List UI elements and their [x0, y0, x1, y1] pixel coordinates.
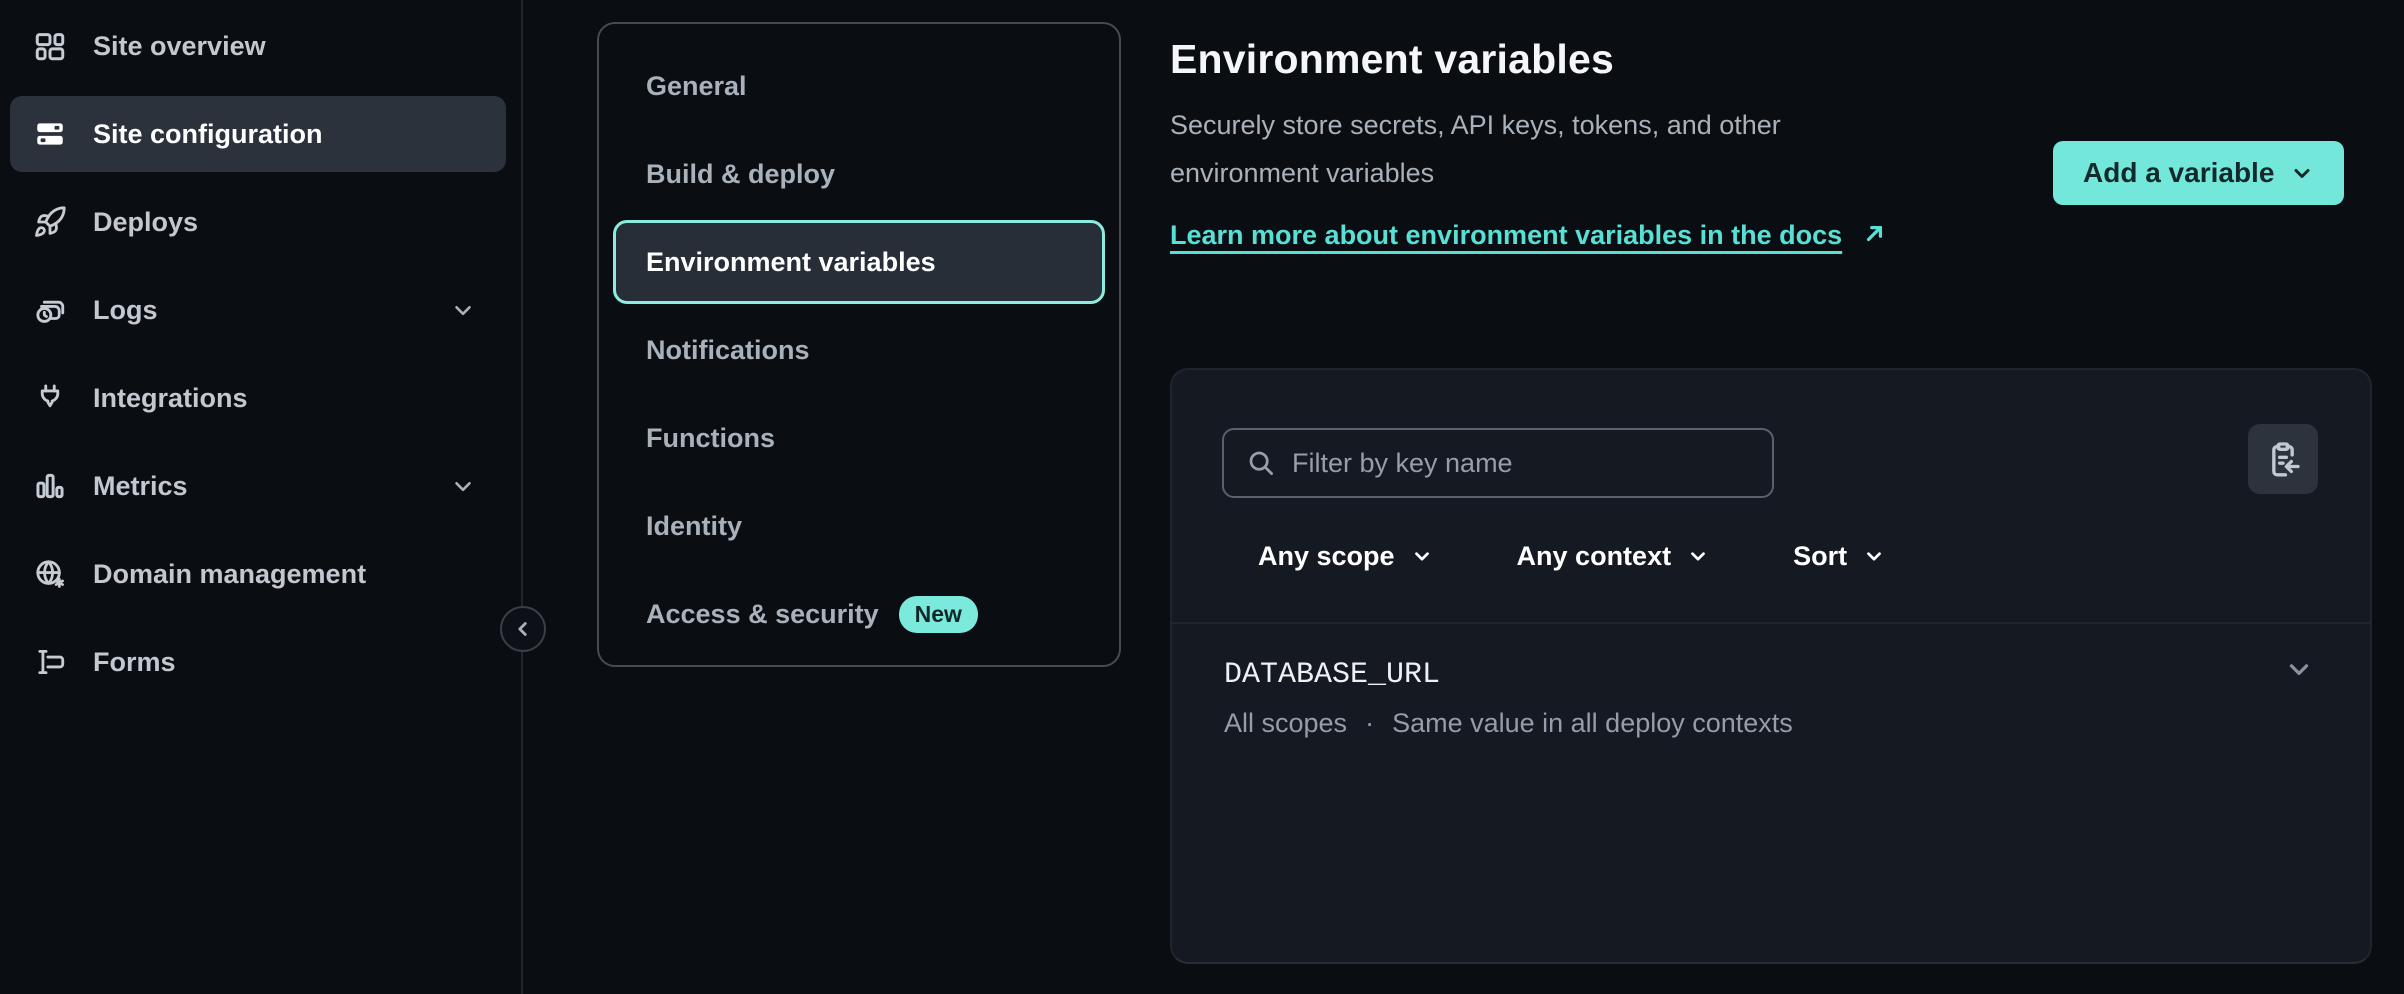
config-nav-functions[interactable]: Functions [613, 396, 1105, 480]
config-nav-access-security[interactable]: Access & security New [613, 572, 1105, 656]
sidebar-item-label: Deploys [93, 207, 198, 238]
filter-sort[interactable]: Sort [1793, 541, 1885, 572]
variable-context: Same value in all deploy contexts [1392, 708, 1793, 739]
filter-any-scope[interactable]: Any scope [1258, 541, 1433, 572]
sidebar-item-label: Site overview [93, 31, 266, 62]
config-nav-notifications[interactable]: Notifications [613, 308, 1105, 392]
site-configuration-nav: General Build & deploy Environment varia… [597, 22, 1121, 667]
variable-meta: All scopes · Same value in all deploy co… [1224, 708, 2318, 739]
sidebar-item-logs[interactable]: Logs [10, 272, 506, 348]
variable-row-expand-button[interactable] [2284, 654, 2314, 684]
search-icon [1246, 448, 1276, 478]
chevron-down-icon[interactable] [450, 297, 476, 323]
bar-chart-icon [33, 469, 67, 503]
sidebar-divider [521, 0, 523, 994]
page-description: Securely store secrets, API keys, tokens… [1170, 101, 1930, 197]
meta-separator: · [1365, 708, 1374, 739]
sidebar-item-label: Site configuration [93, 119, 323, 150]
chevron-down-icon [2284, 654, 2314, 684]
sidebar-item-label: Metrics [93, 471, 188, 502]
sidebar-item-metrics[interactable]: Metrics [10, 448, 506, 524]
environment-variables-header: Environment variables Securely store sec… [1170, 0, 1930, 259]
config-nav-label: Access & security [646, 599, 879, 630]
config-nav-label: Environment variables [646, 247, 936, 278]
sidebar-item-deploys[interactable]: Deploys [10, 184, 506, 260]
chevron-down-icon [1411, 545, 1433, 567]
filter-key-input[interactable] [1292, 448, 1772, 479]
docs-link[interactable]: Learn more about environment variables i… [1170, 211, 1930, 259]
chevron-down-icon [1687, 545, 1709, 567]
config-nav-label: Notifications [646, 335, 810, 366]
config-nav-identity[interactable]: Identity [613, 484, 1105, 568]
filter-label: Any scope [1258, 541, 1395, 572]
sidebar-item-site-configuration[interactable]: Site configuration [10, 96, 506, 172]
filter-label: Any context [1517, 541, 1672, 572]
sidebar-item-label: Integrations [93, 383, 248, 414]
add-variable-label: Add a variable [2083, 157, 2274, 189]
add-variable-button[interactable]: Add a variable [2053, 141, 2344, 205]
dashboard-icon [33, 29, 67, 63]
config-nav-build-deploy[interactable]: Build & deploy [613, 132, 1105, 216]
chevron-down-icon [2290, 161, 2314, 185]
server-icon [33, 117, 67, 151]
globe-icon [33, 557, 67, 591]
sidebar-collapse-button[interactable] [500, 606, 546, 652]
filter-any-context[interactable]: Any context [1517, 541, 1710, 572]
variable-key: DATABASE_URL [1224, 658, 2318, 692]
config-nav-label: Functions [646, 423, 775, 454]
config-nav-label: Build & deploy [646, 159, 835, 190]
sidebar-item-label: Logs [93, 295, 158, 326]
chevron-down-icon[interactable] [450, 473, 476, 499]
logs-clock-icon [33, 293, 67, 327]
filter-search-box[interactable] [1222, 428, 1774, 498]
config-nav-label: General [646, 71, 747, 102]
sidebar-item-label: Domain management [93, 559, 366, 590]
rocket-icon [33, 205, 67, 239]
new-badge: New [899, 596, 978, 633]
import-env-button[interactable] [2248, 424, 2318, 494]
sidebar-item-integrations[interactable]: Integrations [10, 360, 506, 436]
site-sidebar: Site overview Site configuration Deploys [0, 0, 522, 994]
import-env-clipboard-icon [2263, 439, 2303, 479]
form-input-icon [33, 645, 67, 679]
chevron-down-icon [1863, 545, 1885, 567]
sidebar-item-forms[interactable]: Forms [10, 624, 506, 700]
config-nav-general[interactable]: General [613, 44, 1105, 128]
sidebar-item-domain-management[interactable]: Domain management [10, 536, 506, 612]
config-nav-environment-variables[interactable]: Environment variables [613, 220, 1105, 304]
page-title: Environment variables [1170, 36, 1930, 83]
variable-row[interactable]: DATABASE_URL All scopes · Same value in … [1172, 624, 2370, 739]
filter-label: Sort [1793, 541, 1847, 572]
sidebar-item-label: Forms [93, 647, 176, 678]
chevron-left-icon [512, 618, 534, 640]
docs-link-text[interactable]: Learn more about environment variables i… [1170, 220, 1842, 250]
environment-variables-panel: Any scope Any context Sort DATABASE_URL … [1170, 368, 2372, 964]
filter-row: Any scope Any context Sort [1258, 534, 1885, 578]
sidebar-item-site-overview[interactable]: Site overview [10, 8, 506, 84]
variable-scope: All scopes [1224, 708, 1347, 739]
config-nav-label: Identity [646, 511, 742, 542]
plug-icon [33, 381, 67, 415]
external-link-arrow-icon [1862, 220, 1888, 246]
